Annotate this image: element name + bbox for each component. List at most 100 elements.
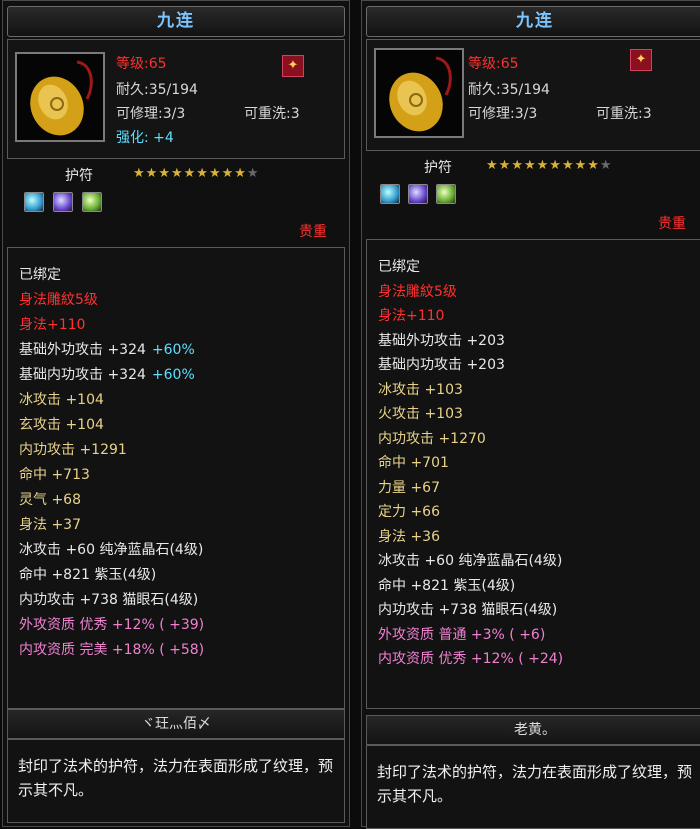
item-tooltip-right: 九连 等级:65 耐久:35/194 可修理:3/3 可重洗:3 ✦ 护符 ★★…	[361, 0, 700, 829]
item-description: 封印了法术的护符，法力在表面形成了纹理，预示其不凡。	[7, 739, 345, 823]
stat-text: 冰攻击 +104	[19, 392, 104, 408]
stat-line: 内功攻击 +1291	[19, 439, 127, 459]
purple-gem-icon[interactable]	[408, 184, 428, 204]
stat-text: 灵气 +68	[19, 492, 81, 508]
item-tooltip-left: 九连 等级:65 耐久:35/194 可修理:3/3 可重洗:3 强化: +4 …	[2, 0, 350, 827]
stat-line: 基础外功攻击 +203	[378, 330, 505, 350]
stat-line: 身法 +37	[19, 514, 81, 534]
stat-line: 冰攻击 +60 纯净蓝晶石(4级)	[378, 550, 562, 570]
star-rating: ★★★★★★★★★★	[133, 166, 260, 181]
stat-line: 玄攻击 +104	[19, 414, 104, 434]
star-icon: ★	[498, 158, 512, 173]
amulet-item-icon[interactable]	[15, 52, 105, 142]
stat-line: 命中 +821 紫玉(4级)	[19, 564, 156, 584]
owner-name: ヾ玨灬佰〆	[7, 709, 345, 739]
star-icon: ★	[511, 158, 524, 173]
stat-line: 内功攻击 +1270	[378, 428, 486, 448]
stat-text: 内攻资质 优秀 +12% ( +24)	[378, 651, 564, 667]
purple-gem-icon[interactable]	[53, 192, 73, 212]
stat-line: 身法雕紋5级	[378, 281, 457, 301]
stat-text: 外攻资质 优秀 +12% ( +39)	[19, 617, 205, 633]
stat-text: 基础外功攻击 +324	[19, 342, 146, 358]
stat-line: 已绑定	[19, 264, 61, 284]
star-icon: ★	[549, 158, 562, 173]
stat-text: 基础外功攻击 +203	[378, 332, 505, 349]
stat-line: 身法 +36	[378, 526, 440, 546]
item-enhance: 强化: +4	[116, 130, 174, 146]
star-icon: ★	[158, 166, 171, 181]
item-title: 九连	[7, 6, 345, 37]
star-icon: ★	[145, 166, 159, 181]
stat-text: 身法雕紋5级	[19, 292, 98, 308]
stat-text: 基础内功攻击 +203	[378, 357, 505, 373]
stat-text: 冰攻击 +60 纯净蓝晶石(4级)	[378, 553, 563, 569]
stat-line: 外攻资质 普通 +3% ( +6)	[378, 624, 545, 644]
stat-text: 内功攻击 +738 猫眼石(4级)	[378, 602, 558, 618]
green-gem-icon[interactable]	[436, 184, 456, 204]
item-category: 护符	[65, 168, 93, 184]
star-icon: ★	[246, 166, 260, 181]
star-icon: ★	[561, 158, 575, 173]
item-durability: 耐久:35/194	[468, 82, 550, 98]
flame-icon: ✦	[282, 55, 304, 77]
item-reforge: 可重洗:3	[596, 106, 652, 122]
stat-text: 身法雕紋5级	[378, 283, 457, 300]
star-icon: ★	[170, 166, 184, 181]
stat-text: 命中 +821 紫玉(4级)	[19, 567, 157, 583]
star-icon: ★	[221, 166, 235, 181]
stat-line: 基础外功攻击 +324 +60%	[19, 339, 195, 359]
stat-line: 命中 +821 紫玉(4级)	[378, 575, 515, 595]
stat-text: 玄攻击 +104	[19, 417, 104, 433]
stat-line: 内功攻击 +738 猫眼石(4级)	[378, 599, 557, 619]
stat-line: 冰攻击 +60 纯净蓝晶石(4级)	[19, 539, 203, 559]
item-level: 等级:65	[468, 56, 519, 72]
item-repair: 可修理:3/3	[468, 106, 538, 122]
star-icon: ★	[574, 158, 588, 173]
stat-text: 命中 +701	[378, 455, 449, 471]
stat-text: 冰攻击 +103	[378, 381, 463, 398]
stat-text: 内功攻击 +1291	[19, 442, 127, 458]
item-category: 护符	[424, 160, 452, 176]
stat-bonus: +60%	[151, 367, 195, 383]
blue-gem-icon[interactable]	[24, 192, 44, 212]
stat-text: 内功攻击 +738 猫眼石(4级)	[19, 592, 199, 608]
stat-line: 已绑定	[378, 256, 420, 276]
green-gem-icon[interactable]	[82, 192, 102, 212]
stat-line: 冰攻击 +104	[19, 389, 104, 409]
item-repair: 可修理:3/3	[116, 106, 186, 122]
amulet-item-icon[interactable]	[374, 48, 464, 138]
stat-text: 力量 +67	[378, 479, 440, 496]
stat-text: 外攻资质 普通 +3% ( +6)	[378, 626, 546, 643]
item-stats-box: 已绑定 身法雕紋5级 身法+110 基础外功攻击 +324 +60% 基础内功攻击 +32…	[7, 247, 345, 709]
item-info-box: 等级:65 耐久:35/194 可修理:3/3 可重洗:3 强化: +4 ✦	[7, 39, 345, 159]
item-reforge: 可重洗:3	[244, 106, 300, 122]
star-icon: ★	[486, 158, 499, 173]
stat-line: 内攻资质 完美 +18% ( +58)	[19, 639, 204, 659]
stat-text: 火攻击 +103	[378, 406, 463, 422]
stat-line: 内攻资质 优秀 +12% ( +24)	[378, 648, 563, 668]
stat-text: 身法+110	[378, 308, 445, 324]
item-info-box: 等级:65 耐久:35/194 可修理:3/3 可重洗:3 ✦	[366, 39, 700, 151]
stat-text: 身法 +37	[19, 517, 81, 533]
stat-line: 力量 +67	[378, 477, 440, 497]
stat-text: 内攻资质 完美 +18% ( +58)	[19, 642, 205, 658]
item-title: 九连	[366, 6, 700, 37]
star-rating: ★★★★★★★★★★	[486, 158, 613, 173]
star-icon: ★	[234, 166, 247, 181]
star-icon: ★	[599, 158, 613, 173]
stat-text: 身法+110	[19, 317, 86, 333]
item-rarity: 贵重	[299, 224, 327, 240]
star-icon: ★	[208, 166, 222, 181]
item-grade-section: 护符 ★★★★★★★★★★ 贵重	[366, 153, 700, 233]
stat-line: 命中 +713	[19, 464, 90, 484]
flame-icon: ✦	[630, 49, 652, 71]
stat-text: 命中 +713	[19, 467, 90, 483]
stat-line: 冰攻击 +103	[378, 379, 463, 399]
stat-line: 身法+110	[378, 305, 444, 325]
item-durability: 耐久:35/194	[116, 82, 198, 98]
stat-text: 已绑定	[378, 259, 420, 275]
blue-gem-icon[interactable]	[380, 184, 400, 204]
star-icon: ★	[523, 158, 537, 173]
item-stats-box: 已绑定身法雕紋5级 身法+110 基础外功攻击 +203 基础内功攻击 +203 冰攻击…	[366, 239, 700, 709]
owner-name: 老黄。	[366, 715, 700, 745]
